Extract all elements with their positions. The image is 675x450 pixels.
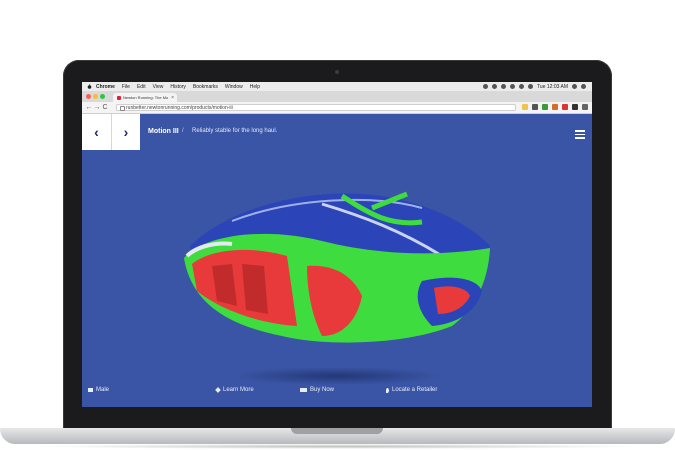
gender-label: Male bbox=[96, 387, 110, 393]
laptop-notch bbox=[291, 428, 383, 434]
menu-edit[interactable]: Edit bbox=[137, 84, 146, 90]
menu-chrome[interactable]: Chrome bbox=[96, 84, 115, 90]
maximize-window-icon[interactable] bbox=[100, 94, 105, 99]
card-icon bbox=[300, 388, 307, 392]
learn-more-link[interactable]: Learn More bbox=[215, 387, 254, 393]
menubar-tray: Tue 12:03 AM bbox=[483, 84, 592, 90]
title-separator: / bbox=[182, 128, 184, 134]
mac-menubar: Chrome File Edit View History Bookmarks … bbox=[82, 82, 592, 91]
extension-icon[interactable] bbox=[552, 104, 558, 110]
tab-title: Newton Running: The Moti bbox=[123, 95, 169, 100]
tray-icon[interactable] bbox=[492, 84, 498, 89]
tab-strip: Newton Running: The Moti × bbox=[82, 91, 592, 102]
address-url: runbetter.newtonrunning.com/products/mot… bbox=[126, 105, 233, 111]
prev-product-button[interactable]: ‹ bbox=[82, 114, 111, 150]
menu-window[interactable]: Window bbox=[225, 84, 243, 90]
forward-button[interactable]: → bbox=[93, 104, 101, 111]
product-name: Motion III bbox=[148, 128, 179, 135]
diamond-icon bbox=[215, 387, 221, 393]
running-shoe-image bbox=[184, 191, 490, 343]
next-product-button[interactable]: › bbox=[111, 114, 140, 150]
locate-retailer-label: Locate a Retailer bbox=[392, 387, 438, 393]
buy-now-link[interactable]: Buy Now bbox=[300, 387, 334, 393]
learn-more-label: Learn More bbox=[223, 387, 254, 393]
extension-icon[interactable] bbox=[532, 104, 538, 110]
wifi-icon[interactable] bbox=[510, 84, 516, 89]
browser-toolbar: ← → C runbetter.newtonrunning.com/produc… bbox=[82, 102, 592, 114]
laptop-shadow bbox=[30, 444, 645, 449]
menu-bookmarks[interactable]: Bookmarks bbox=[193, 84, 218, 90]
search-icon[interactable] bbox=[572, 84, 577, 89]
tray-icon[interactable] bbox=[483, 84, 489, 89]
bottom-nav: Male Learn More Buy Now Locate a Retaile… bbox=[82, 384, 592, 398]
screen: Chrome File Edit View History Bookmarks … bbox=[82, 82, 592, 407]
menubar-clock[interactable]: Tue 12:03 AM bbox=[537, 84, 568, 90]
tab-close-icon[interactable]: × bbox=[168, 95, 177, 101]
shoe-shadow bbox=[232, 367, 442, 385]
gender-toggle[interactable]: Male bbox=[88, 387, 109, 393]
list-icon[interactable] bbox=[581, 84, 586, 89]
locate-retailer-link[interactable]: Locate a Retailer bbox=[386, 387, 437, 393]
back-button[interactable]: ← bbox=[85, 104, 93, 111]
close-window-icon[interactable] bbox=[86, 94, 91, 99]
menu-history[interactable]: History bbox=[170, 84, 186, 90]
menu-view[interactable]: View bbox=[153, 84, 164, 90]
hamburger-menu-icon[interactable] bbox=[575, 130, 585, 141]
menu-help[interactable]: Help bbox=[250, 84, 260, 90]
favicon-icon bbox=[117, 95, 121, 100]
menu-file[interactable]: File bbox=[122, 84, 130, 90]
chrome-menu-icon[interactable] bbox=[582, 104, 588, 110]
minimize-window-icon[interactable] bbox=[93, 94, 98, 99]
camera-icon bbox=[335, 70, 339, 74]
lock-icon bbox=[120, 106, 125, 111]
extension-icon[interactable] bbox=[562, 104, 568, 110]
tray-icon[interactable] bbox=[501, 84, 507, 89]
site-header: ‹ › Motion III / Reliably stable for the… bbox=[82, 114, 592, 150]
apple-icon[interactable] bbox=[87, 84, 92, 89]
location-pin-icon bbox=[386, 387, 389, 393]
product-tagline: Reliably stable for the long haul. bbox=[192, 128, 278, 134]
address-bar[interactable]: runbetter.newtonrunning.com/products/mot… bbox=[116, 104, 516, 111]
extension-icon[interactable] bbox=[542, 104, 548, 110]
extension-icon[interactable] bbox=[572, 104, 578, 110]
browser-tab[interactable]: Newton Running: The Moti × bbox=[113, 93, 177, 102]
buy-now-label: Buy Now bbox=[310, 387, 335, 393]
volume-icon[interactable] bbox=[519, 84, 525, 89]
battery-icon[interactable] bbox=[528, 84, 534, 89]
bookmark-star-icon[interactable] bbox=[522, 104, 528, 110]
reload-button[interactable]: C bbox=[101, 104, 109, 111]
gender-icon bbox=[88, 388, 93, 392]
